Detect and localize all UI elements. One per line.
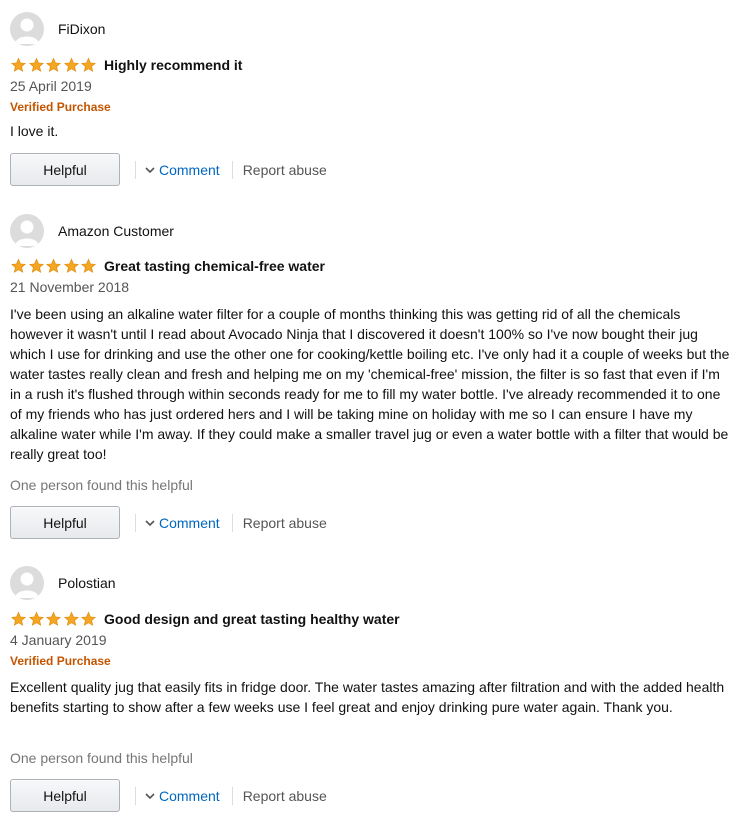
user-silhouette-icon [15, 18, 39, 44]
review-title[interactable]: Great tasting chemical-free water [104, 258, 325, 274]
star-icon [63, 57, 79, 72]
report-abuse-link[interactable]: Report abuse [243, 788, 327, 804]
review-date: 4 January 2019 [10, 632, 107, 648]
user-silhouette-icon [15, 220, 39, 246]
star-icon [81, 57, 96, 72]
verified-purchase-badge[interactable]: Verified Purchase [10, 100, 111, 114]
helpful-button[interactable]: Helpful [10, 153, 120, 186]
star-icon [46, 611, 61, 626]
star-icon [28, 57, 44, 72]
star-icon [46, 57, 61, 72]
star-icon [63, 258, 79, 273]
user-silhouette-icon [15, 572, 39, 598]
comment-link[interactable]: Comment [145, 162, 220, 178]
helpful-count: One person found this helpful [10, 477, 193, 493]
review-actions: Helpful Comment Report abuse [10, 779, 327, 812]
chevron-down-icon [145, 519, 155, 526]
avatar [10, 566, 44, 600]
star-icon [11, 57, 26, 72]
report-abuse-link[interactable]: Report abuse [243, 162, 327, 178]
comment-label: Comment [159, 514, 220, 531]
avatar [10, 12, 44, 46]
star-rating[interactable] [10, 611, 98, 627]
star-icon [28, 611, 44, 626]
review-body: I've been using an alkaline water filter… [10, 306, 730, 462]
reviewer-profile[interactable]: FiDixon [10, 12, 105, 46]
star-icon [11, 611, 26, 626]
review-date: 21 November 2018 [10, 279, 130, 295]
comment-label: Comment [159, 161, 220, 178]
review-title[interactable]: Highly recommend it [104, 57, 242, 73]
review-date: 25 April 2019 [10, 78, 92, 94]
star-icon [81, 258, 96, 273]
divider [231, 160, 233, 179]
reviewer-name[interactable]: FiDixon [58, 21, 105, 37]
divider [135, 513, 136, 532]
divider [135, 160, 136, 179]
divider [135, 786, 136, 805]
reviewer-profile[interactable]: Polostian [10, 566, 116, 600]
star-icon [63, 611, 79, 626]
star-rating[interactable] [10, 258, 98, 274]
divider [231, 786, 233, 805]
comment-link[interactable]: Comment [145, 515, 220, 531]
review-actions: Helpful Comment Report abuse [10, 506, 327, 539]
review-actions: Helpful Comment Report abuse [10, 153, 327, 186]
comment-label: Comment [159, 787, 220, 804]
reviewer-profile[interactable]: Amazon Customer [10, 214, 174, 248]
reviewer-name[interactable]: Amazon Customer [58, 223, 174, 239]
review-body: I love it. [10, 123, 59, 139]
comment-link[interactable]: Comment [145, 788, 220, 804]
review-body: Excellent quality jug that easily fits i… [10, 679, 725, 715]
helpful-count: One person found this helpful [10, 750, 193, 766]
star-icon [81, 611, 96, 626]
helpful-button[interactable]: Helpful [10, 506, 120, 539]
chevron-down-icon [145, 792, 155, 799]
star-rating[interactable] [10, 57, 98, 73]
verified-purchase-badge[interactable]: Verified Purchase [10, 654, 111, 668]
reviewer-name[interactable]: Polostian [58, 575, 116, 591]
avatar [10, 214, 44, 248]
report-abuse-link[interactable]: Report abuse [243, 515, 327, 531]
chevron-down-icon [145, 166, 155, 173]
star-icon [46, 258, 61, 273]
helpful-button[interactable]: Helpful [10, 779, 120, 812]
star-icon [11, 258, 26, 273]
divider [231, 513, 233, 532]
review-title[interactable]: Good design and great tasting healthy wa… [104, 611, 400, 627]
star-icon [28, 258, 44, 273]
